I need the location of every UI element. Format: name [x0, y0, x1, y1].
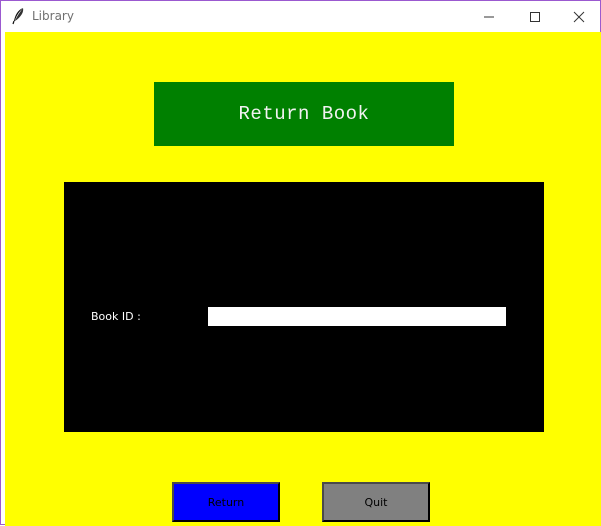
page-title: Return Book	[238, 103, 370, 125]
feather-icon	[11, 7, 27, 25]
book-id-input[interactable]	[208, 307, 506, 326]
book-id-label: Book ID :	[91, 310, 141, 323]
client-area: Return Book Book ID : Return Quit	[5, 32, 601, 526]
quit-button[interactable]: Quit	[322, 482, 430, 522]
minimize-button[interactable]	[466, 1, 512, 32]
app-window: Library Return Book Book ID : Return Qui…	[0, 0, 601, 526]
return-button[interactable]: Return	[172, 482, 280, 522]
title-bar[interactable]: Library	[1, 1, 600, 32]
close-button[interactable]	[556, 1, 601, 32]
minimize-icon	[483, 11, 495, 23]
window-title: Library	[32, 9, 74, 23]
form-panel: Book ID :	[64, 182, 544, 432]
maximize-button[interactable]	[512, 1, 558, 32]
maximize-icon	[529, 11, 541, 23]
close-icon	[573, 11, 585, 23]
heading-frame: Return Book	[154, 82, 454, 146]
